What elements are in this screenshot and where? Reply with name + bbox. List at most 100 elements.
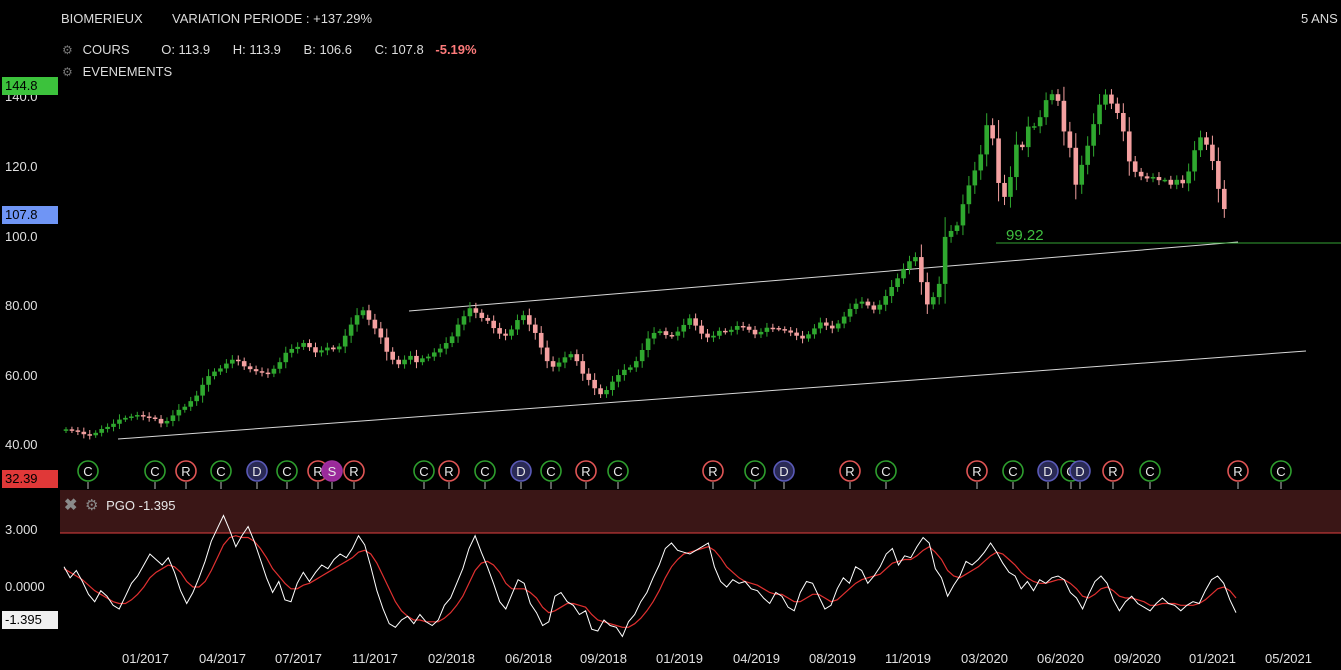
event-letter: R — [1233, 464, 1242, 479]
candle-body — [1085, 145, 1090, 165]
close-value: C: 107.8 — [374, 42, 424, 57]
ticker-name: BIOMERIEUX — [61, 11, 143, 26]
candle-body — [1037, 117, 1043, 127]
gear-icon[interactable]: ⚙ — [85, 497, 98, 514]
candle-body — [295, 346, 300, 349]
candle-body — [616, 375, 621, 382]
candle-body — [651, 332, 657, 339]
candle-body — [354, 315, 360, 325]
candle-body — [550, 361, 556, 367]
candle-body — [69, 429, 75, 431]
gear-icon[interactable]: ⚙ — [62, 44, 73, 56]
chart-canvas[interactable]: CCRCDCRSRCRCDCRCRCDRCRCDCDRCRC — [0, 0, 1341, 670]
candle-body — [532, 324, 538, 333]
candle-body — [87, 434, 93, 436]
candle-body — [812, 328, 817, 335]
candle-body — [925, 282, 930, 305]
last-price-tag: 107.8 — [2, 206, 58, 224]
event-letter: D — [252, 464, 261, 479]
candle-body — [140, 415, 146, 417]
candle-body — [93, 432, 98, 436]
candle-body — [1198, 137, 1203, 151]
period-selector[interactable]: 5 ANS — [1301, 11, 1338, 26]
candle-body — [1115, 103, 1120, 114]
candle-body — [449, 336, 455, 344]
event-letter: D — [779, 464, 788, 479]
event-letter: R — [1108, 464, 1117, 479]
candle-body — [1079, 164, 1085, 185]
time-tick: 01/2021 — [1189, 651, 1236, 666]
candle-body — [301, 343, 306, 347]
cours-label[interactable]: COURS — [83, 42, 130, 57]
event-letter: C — [150, 464, 159, 479]
time-tick: 04/2017 — [199, 651, 246, 666]
event-letter: C — [282, 464, 291, 479]
candle-body — [859, 301, 865, 304]
candle-body — [420, 358, 425, 363]
candle-body — [681, 324, 687, 332]
candle-body — [1020, 144, 1025, 148]
variation-text: VARIATION PERIODE : +137.29% — [172, 11, 373, 26]
candle-body — [936, 283, 942, 298]
candle-body — [794, 332, 799, 336]
candle-body — [390, 351, 395, 360]
candle-body — [443, 343, 449, 349]
close-icon[interactable]: ✖ — [64, 497, 77, 514]
candle-body — [883, 296, 889, 305]
event-letter: C — [613, 464, 622, 479]
candle-body — [348, 324, 354, 336]
candle-body — [984, 125, 989, 155]
candle-body — [556, 362, 562, 367]
candle-body — [336, 346, 342, 350]
candle-body — [325, 347, 330, 351]
candle-body — [372, 319, 378, 329]
candle-body — [313, 347, 318, 353]
event-letter: C — [1145, 464, 1154, 479]
low-value: B: 106.6 — [303, 42, 352, 57]
candle-body — [723, 330, 728, 333]
candle-body — [396, 359, 401, 365]
pgo-header: ✖ ⚙ PGO -1.395 — [64, 495, 175, 515]
event-letter: R — [349, 464, 358, 479]
candle-body — [562, 357, 568, 363]
gear-icon[interactable]: ⚙ — [62, 66, 73, 78]
candle-body — [224, 363, 229, 369]
time-tick: 09/2020 — [1114, 651, 1161, 666]
candle-body — [865, 301, 871, 306]
event-letter: C — [419, 464, 428, 479]
candle-body — [996, 138, 1001, 183]
events-label[interactable]: EVENEMENTS — [83, 64, 173, 79]
candle-body — [360, 310, 366, 316]
candle-body — [414, 355, 419, 363]
candle-body — [734, 325, 740, 330]
candle-body — [277, 362, 283, 369]
event-letter: R — [845, 464, 854, 479]
candle-body — [146, 416, 152, 418]
candle-body — [568, 354, 574, 358]
candle-body — [538, 332, 544, 348]
price-tick: 120.0 — [5, 159, 38, 174]
candle-body — [81, 431, 87, 435]
time-tick: 03/2020 — [961, 651, 1008, 666]
candle-body — [598, 388, 603, 395]
pgo-overbought-band — [60, 490, 1341, 533]
candle-body — [259, 371, 265, 373]
candle-body — [402, 359, 407, 365]
candle-body — [782, 329, 788, 331]
lower-trendline — [117, 350, 1307, 440]
candle-body — [675, 331, 681, 336]
candle-body — [633, 361, 639, 368]
candle-body — [431, 352, 437, 357]
candle-body — [1043, 100, 1049, 118]
candle-body — [1002, 182, 1007, 197]
candle-body — [455, 324, 461, 337]
upper-trendline — [408, 241, 1239, 312]
candle-body — [711, 335, 716, 338]
candle-body — [283, 352, 289, 363]
time-tick: 04/2019 — [733, 651, 780, 666]
candle-body — [63, 429, 69, 431]
candle-body — [200, 384, 205, 396]
event-letter: C — [1008, 464, 1017, 479]
time-tick: 02/2018 — [428, 651, 475, 666]
candle-body — [669, 335, 675, 337]
